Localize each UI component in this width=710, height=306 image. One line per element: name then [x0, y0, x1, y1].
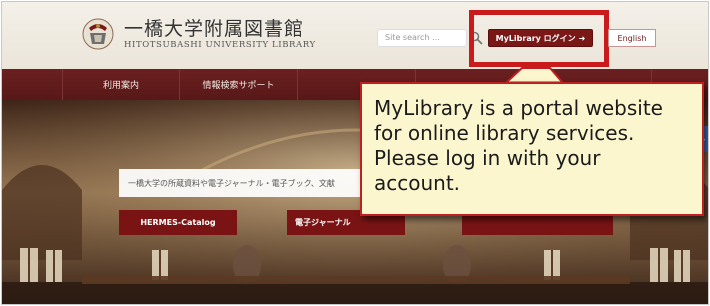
browser-viewport: 一橋大学附属図書館 HITOTSUBASHI UNIVERSITY LIBRAR…: [1, 1, 709, 305]
callout-text: MyLibrary is a portal website for online…: [374, 96, 663, 195]
mylibrary-callout: MyLibrary is a portal website for online…: [360, 82, 704, 216]
